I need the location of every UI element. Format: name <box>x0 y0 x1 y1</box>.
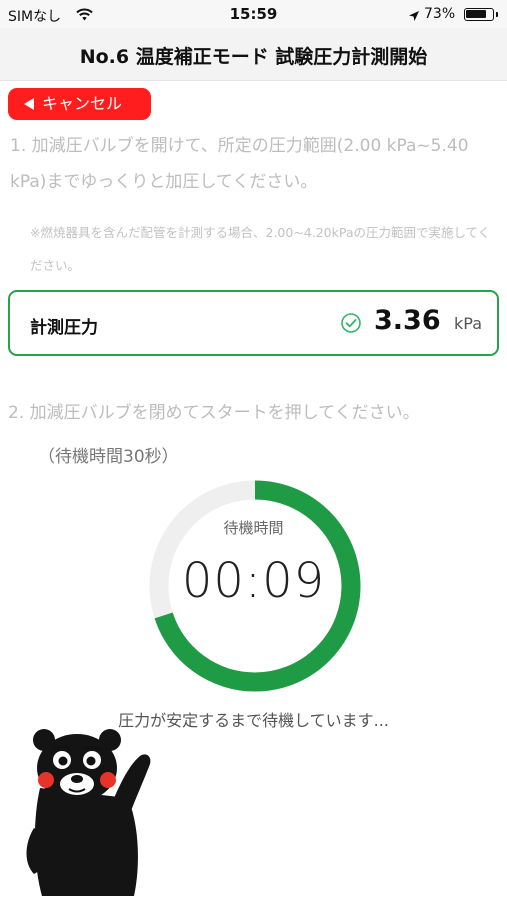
status-bar: SIMなし 15:59 73% <box>0 0 507 28</box>
battery-percent: 73% <box>424 6 456 22</box>
page-title: No.6 温度補正モード 試験圧力計測開始 <box>79 46 428 68</box>
measured-pressure-label: 計測圧力 <box>30 318 98 338</box>
measured-pressure-card: 計測圧力 3.36 kPa <box>8 290 499 356</box>
battery-icon <box>464 8 498 21</box>
step1-instruction: 1. 加減圧バルブを開けて、所定の圧力範囲(2.00 kPa~5.40 kPa)… <box>10 136 469 192</box>
step1-note: ※燃焼器具を含んだ配管を計測する場合、2.00~4.20kPaの圧力範囲で実施し… <box>30 225 491 273</box>
title-bar: No.6 温度補正モード 試験圧力計測開始 <box>0 28 507 81</box>
cancel-button[interactable]: キャンセル <box>8 88 151 120</box>
cancel-button-label: キャンセル <box>42 94 123 113</box>
countdown-timer: 00:09 <box>181 553 326 609</box>
measured-pressure-unit: kPa <box>454 314 482 333</box>
measured-pressure-value: 3.36 <box>374 305 441 336</box>
bear-mascot-image <box>26 729 151 896</box>
location-arrow-icon <box>408 7 420 26</box>
step2-wait-note: （待機時間30秒） <box>38 447 179 467</box>
back-triangle-icon <box>24 98 34 110</box>
check-circle-icon <box>340 312 362 338</box>
wait-time-label: 待機時間 <box>223 519 284 537</box>
step2-instruction: 2. 加減圧バルブを閉めてスタートを押してください。 <box>8 403 420 423</box>
